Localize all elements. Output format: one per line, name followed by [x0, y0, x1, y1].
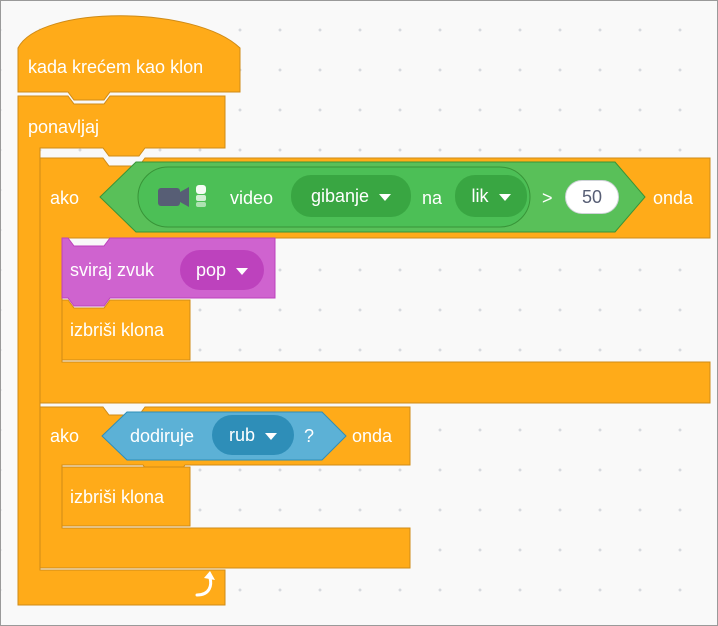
- sound-dropdown[interactable]: pop: [180, 250, 264, 290]
- video-label: video: [230, 188, 274, 208]
- threshold-value: 50: [581, 186, 603, 207]
- touching-question-mark: ?: [304, 426, 315, 446]
- delete-clone-2-label: izbriši klona: [70, 487, 165, 507]
- video-target-dropdown[interactable]: lik: [455, 175, 527, 217]
- touching-target-dropdown[interactable]: rub: [212, 415, 294, 455]
- video-target-value: lik: [471, 185, 489, 206]
- video-on-label: na: [422, 188, 443, 208]
- hat-block-label: kada krećem kao klon: [28, 57, 204, 77]
- if-2-onda-label: onda: [352, 426, 393, 446]
- touching-target-value: rub: [228, 424, 255, 445]
- touching-label: dodiruje: [130, 426, 195, 446]
- if-1-ako-label: ako: [50, 188, 80, 208]
- chevron-down-icon: [379, 193, 392, 201]
- forever-block-label: ponavljaj: [28, 117, 100, 137]
- play-sound-label: sviraj zvuk: [70, 260, 155, 280]
- script-canvas: [17, 15, 711, 606]
- chevron-down-icon: [265, 432, 277, 440]
- if-2-ako-label: ako: [50, 426, 80, 446]
- sound-value: pop: [195, 259, 227, 280]
- if-1-onda-label: onda: [653, 188, 694, 208]
- delete-clone-1-label: izbriši klona: [70, 320, 165, 340]
- video-attribute-dropdown[interactable]: gibanje: [291, 175, 411, 217]
- video-attribute-value: gibanje: [310, 185, 370, 206]
- threshold-input[interactable]: 50: [565, 180, 619, 214]
- greater-than-symbol: >: [542, 188, 553, 208]
- chevron-down-icon: [498, 193, 511, 201]
- chevron-down-icon: [236, 267, 249, 275]
